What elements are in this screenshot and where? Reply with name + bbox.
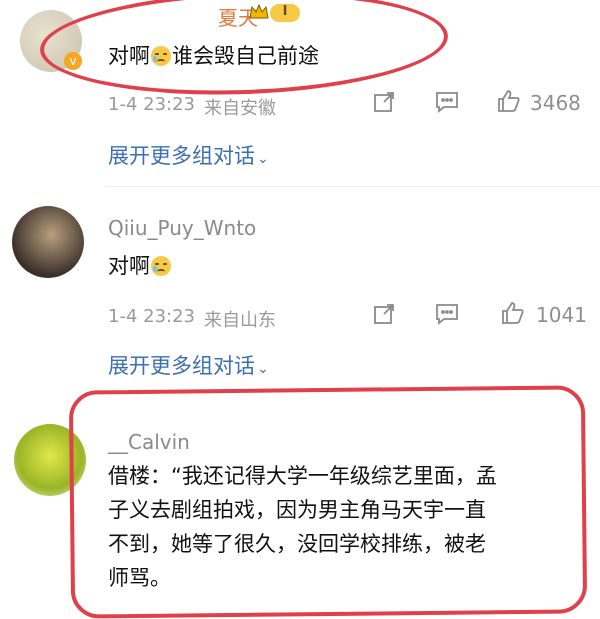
chevron-down-icon: ⌄ xyxy=(257,361,269,377)
divider xyxy=(106,186,600,187)
chevron-down-icon: ⌄ xyxy=(257,151,269,167)
comment-location: 来自山东 xyxy=(204,310,276,331)
annotation-circle-top xyxy=(38,0,450,102)
expand-label: 展开更多组对话 xyxy=(108,144,255,168)
like-count: 1041 xyxy=(536,303,587,327)
comment-icon[interactable] xyxy=(434,90,460,118)
avatar[interactable] xyxy=(12,206,84,278)
share-icon[interactable] xyxy=(372,90,396,118)
like-icon[interactable] xyxy=(500,300,526,330)
like-icon[interactable] xyxy=(496,88,522,118)
expand-label: 展开更多组对话 xyxy=(108,354,255,378)
expand-conversation-link[interactable]: 展开更多组对话 ⌄ xyxy=(108,140,269,170)
comment-location: 来自安徽 xyxy=(204,98,276,119)
expand-conversation-link[interactable]: 展开更多组对话 ⌄ xyxy=(108,350,269,380)
comment-time: 1-4 23:23 xyxy=(108,306,195,327)
like-count: 3468 xyxy=(530,91,581,115)
crying-laughing-face-icon xyxy=(151,256,171,276)
comment-icon[interactable] xyxy=(434,302,460,330)
comment-time: 1-4 23:23 xyxy=(108,94,195,115)
username[interactable]: Qiiu_Puy_Wnto xyxy=(108,216,256,240)
comment-text: 对啊 xyxy=(108,250,172,282)
comment-text-part: 对啊 xyxy=(108,254,150,278)
annotation-box-bottom xyxy=(68,385,588,619)
share-icon[interactable] xyxy=(372,302,396,330)
